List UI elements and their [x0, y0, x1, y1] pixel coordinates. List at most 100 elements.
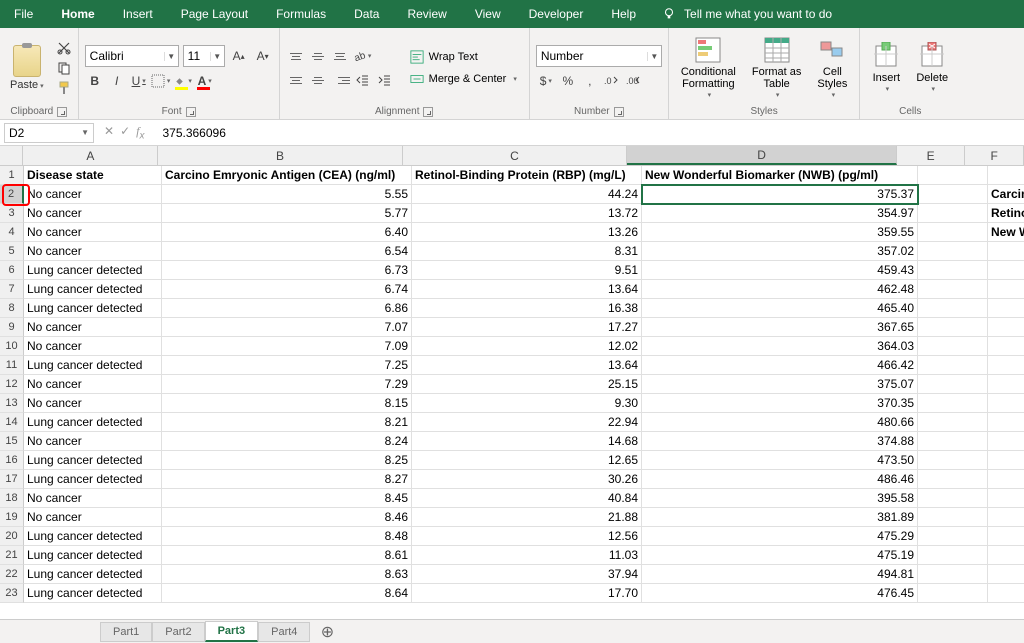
chevron-down-icon[interactable]: ▼ [164, 52, 178, 61]
cell-D13[interactable]: 370.35 [642, 394, 918, 413]
cell-D10[interactable]: 364.03 [642, 337, 918, 356]
cell-E9[interactable] [918, 318, 988, 337]
cell-B16[interactable]: 8.25 [162, 451, 412, 470]
alignment-dialog-launcher[interactable] [423, 107, 433, 117]
row-header-14[interactable]: 14 [0, 413, 24, 432]
cell-F21[interactable] [988, 546, 1024, 565]
cell-F22[interactable] [988, 565, 1024, 584]
cell-A4[interactable]: No cancer [24, 223, 162, 242]
cell-D9[interactable]: 367.65 [642, 318, 918, 337]
cell-F23[interactable] [988, 584, 1024, 603]
align-right-button[interactable] [330, 70, 350, 90]
cell-E8[interactable] [918, 299, 988, 318]
formula-input[interactable] [154, 126, 1024, 140]
font-size-input[interactable] [184, 49, 210, 63]
cell-C11[interactable]: 13.64 [412, 356, 642, 375]
cell-D3[interactable]: 354.97 [642, 204, 918, 223]
cell-E1[interactable] [918, 166, 988, 185]
underline-button[interactable]: U [129, 71, 149, 91]
cell-E16[interactable] [918, 451, 988, 470]
cell-B19[interactable]: 8.46 [162, 508, 412, 527]
cell-E6[interactable] [918, 261, 988, 280]
cell-A21[interactable]: Lung cancer detected [24, 546, 162, 565]
cell-A9[interactable]: No cancer [24, 318, 162, 337]
enter-formula-button[interactable]: ✓ [120, 124, 130, 141]
cell-B17[interactable]: 8.27 [162, 470, 412, 489]
italic-button[interactable]: I [107, 71, 127, 91]
cell-C4[interactable]: 13.26 [412, 223, 642, 242]
cell-C3[interactable]: 13.72 [412, 204, 642, 223]
row-header-17[interactable]: 17 [0, 470, 24, 489]
cell-F4[interactable]: New Wo [988, 223, 1024, 242]
cell-F19[interactable] [988, 508, 1024, 527]
accounting-format-button[interactable]: $ [536, 71, 556, 91]
cell-B12[interactable]: 7.29 [162, 375, 412, 394]
fill-color-button[interactable] [173, 71, 193, 91]
cell-D16[interactable]: 473.50 [642, 451, 918, 470]
row-header-16[interactable]: 16 [0, 451, 24, 470]
cell-C22[interactable]: 37.94 [412, 565, 642, 584]
row-header-4[interactable]: 4 [0, 223, 24, 242]
row-header-21[interactable]: 21 [0, 546, 24, 565]
chevron-down-icon[interactable]: ▼ [81, 128, 89, 137]
cell-A3[interactable]: No cancer [24, 204, 162, 223]
cell-E10[interactable] [918, 337, 988, 356]
cell-D6[interactable]: 459.43 [642, 261, 918, 280]
bold-button[interactable]: B [85, 71, 105, 91]
increase-decimal-button[interactable]: .0 [602, 71, 622, 91]
cell-F15[interactable] [988, 432, 1024, 451]
column-header-c[interactable]: C [403, 146, 628, 165]
column-header-f[interactable]: F [965, 146, 1024, 165]
column-header-a[interactable]: A [23, 146, 158, 165]
font-color-button[interactable]: A [195, 71, 215, 91]
row-header-5[interactable]: 5 [0, 242, 24, 261]
row-header-13[interactable]: 13 [0, 394, 24, 413]
cell-F3[interactable]: Retinol-B [988, 204, 1024, 223]
cell-E2[interactable] [918, 185, 988, 204]
cell-C7[interactable]: 13.64 [412, 280, 642, 299]
tab-page-layout[interactable]: Page Layout [167, 0, 262, 28]
cell-A11[interactable]: Lung cancer detected [24, 356, 162, 375]
cell-D14[interactable]: 480.66 [642, 413, 918, 432]
cell-B15[interactable]: 8.24 [162, 432, 412, 451]
row-header-3[interactable]: 3 [0, 204, 24, 223]
cell-F10[interactable] [988, 337, 1024, 356]
tab-data[interactable]: Data [340, 0, 393, 28]
cell-C23[interactable]: 17.70 [412, 584, 642, 603]
cell-C5[interactable]: 8.31 [412, 242, 642, 261]
column-header-b[interactable]: B [158, 146, 402, 165]
cell-A16[interactable]: Lung cancer detected [24, 451, 162, 470]
cell-F18[interactable] [988, 489, 1024, 508]
cell-F14[interactable] [988, 413, 1024, 432]
new-sheet-button[interactable]: ⊕ [316, 621, 338, 643]
cell-styles-button[interactable]: Cell Styles [811, 34, 853, 102]
cell-D4[interactable]: 359.55 [642, 223, 918, 242]
cell-D12[interactable]: 375.07 [642, 375, 918, 394]
font-name-input[interactable] [86, 49, 164, 63]
cell-C20[interactable]: 12.56 [412, 527, 642, 546]
cell-A12[interactable]: No cancer [24, 375, 162, 394]
cell-E18[interactable] [918, 489, 988, 508]
cell-C13[interactable]: 9.30 [412, 394, 642, 413]
cell-F16[interactable] [988, 451, 1024, 470]
cell-A14[interactable]: Lung cancer detected [24, 413, 162, 432]
comma-format-button[interactable]: , [580, 71, 600, 91]
tab-formulas[interactable]: Formulas [262, 0, 340, 28]
cell-A7[interactable]: Lung cancer detected [24, 280, 162, 299]
cut-button[interactable] [56, 40, 72, 56]
format-painter-button[interactable] [56, 80, 72, 96]
cell-A1[interactable]: Disease state [24, 166, 162, 185]
font-dialog-launcher[interactable] [186, 107, 196, 117]
cell-D19[interactable]: 381.89 [642, 508, 918, 527]
cell-F7[interactable] [988, 280, 1024, 299]
cell-F2[interactable]: Carcino E [988, 185, 1024, 204]
cell-F9[interactable] [988, 318, 1024, 337]
copy-button[interactable] [56, 60, 72, 76]
cell-B21[interactable]: 8.61 [162, 546, 412, 565]
cell-A20[interactable]: Lung cancer detected [24, 527, 162, 546]
cell-B9[interactable]: 7.07 [162, 318, 412, 337]
borders-button[interactable] [151, 71, 171, 91]
cell-B5[interactable]: 6.54 [162, 242, 412, 261]
conditional-formatting-button[interactable]: Conditional Formatting [675, 34, 742, 102]
tab-insert[interactable]: Insert [109, 0, 167, 28]
